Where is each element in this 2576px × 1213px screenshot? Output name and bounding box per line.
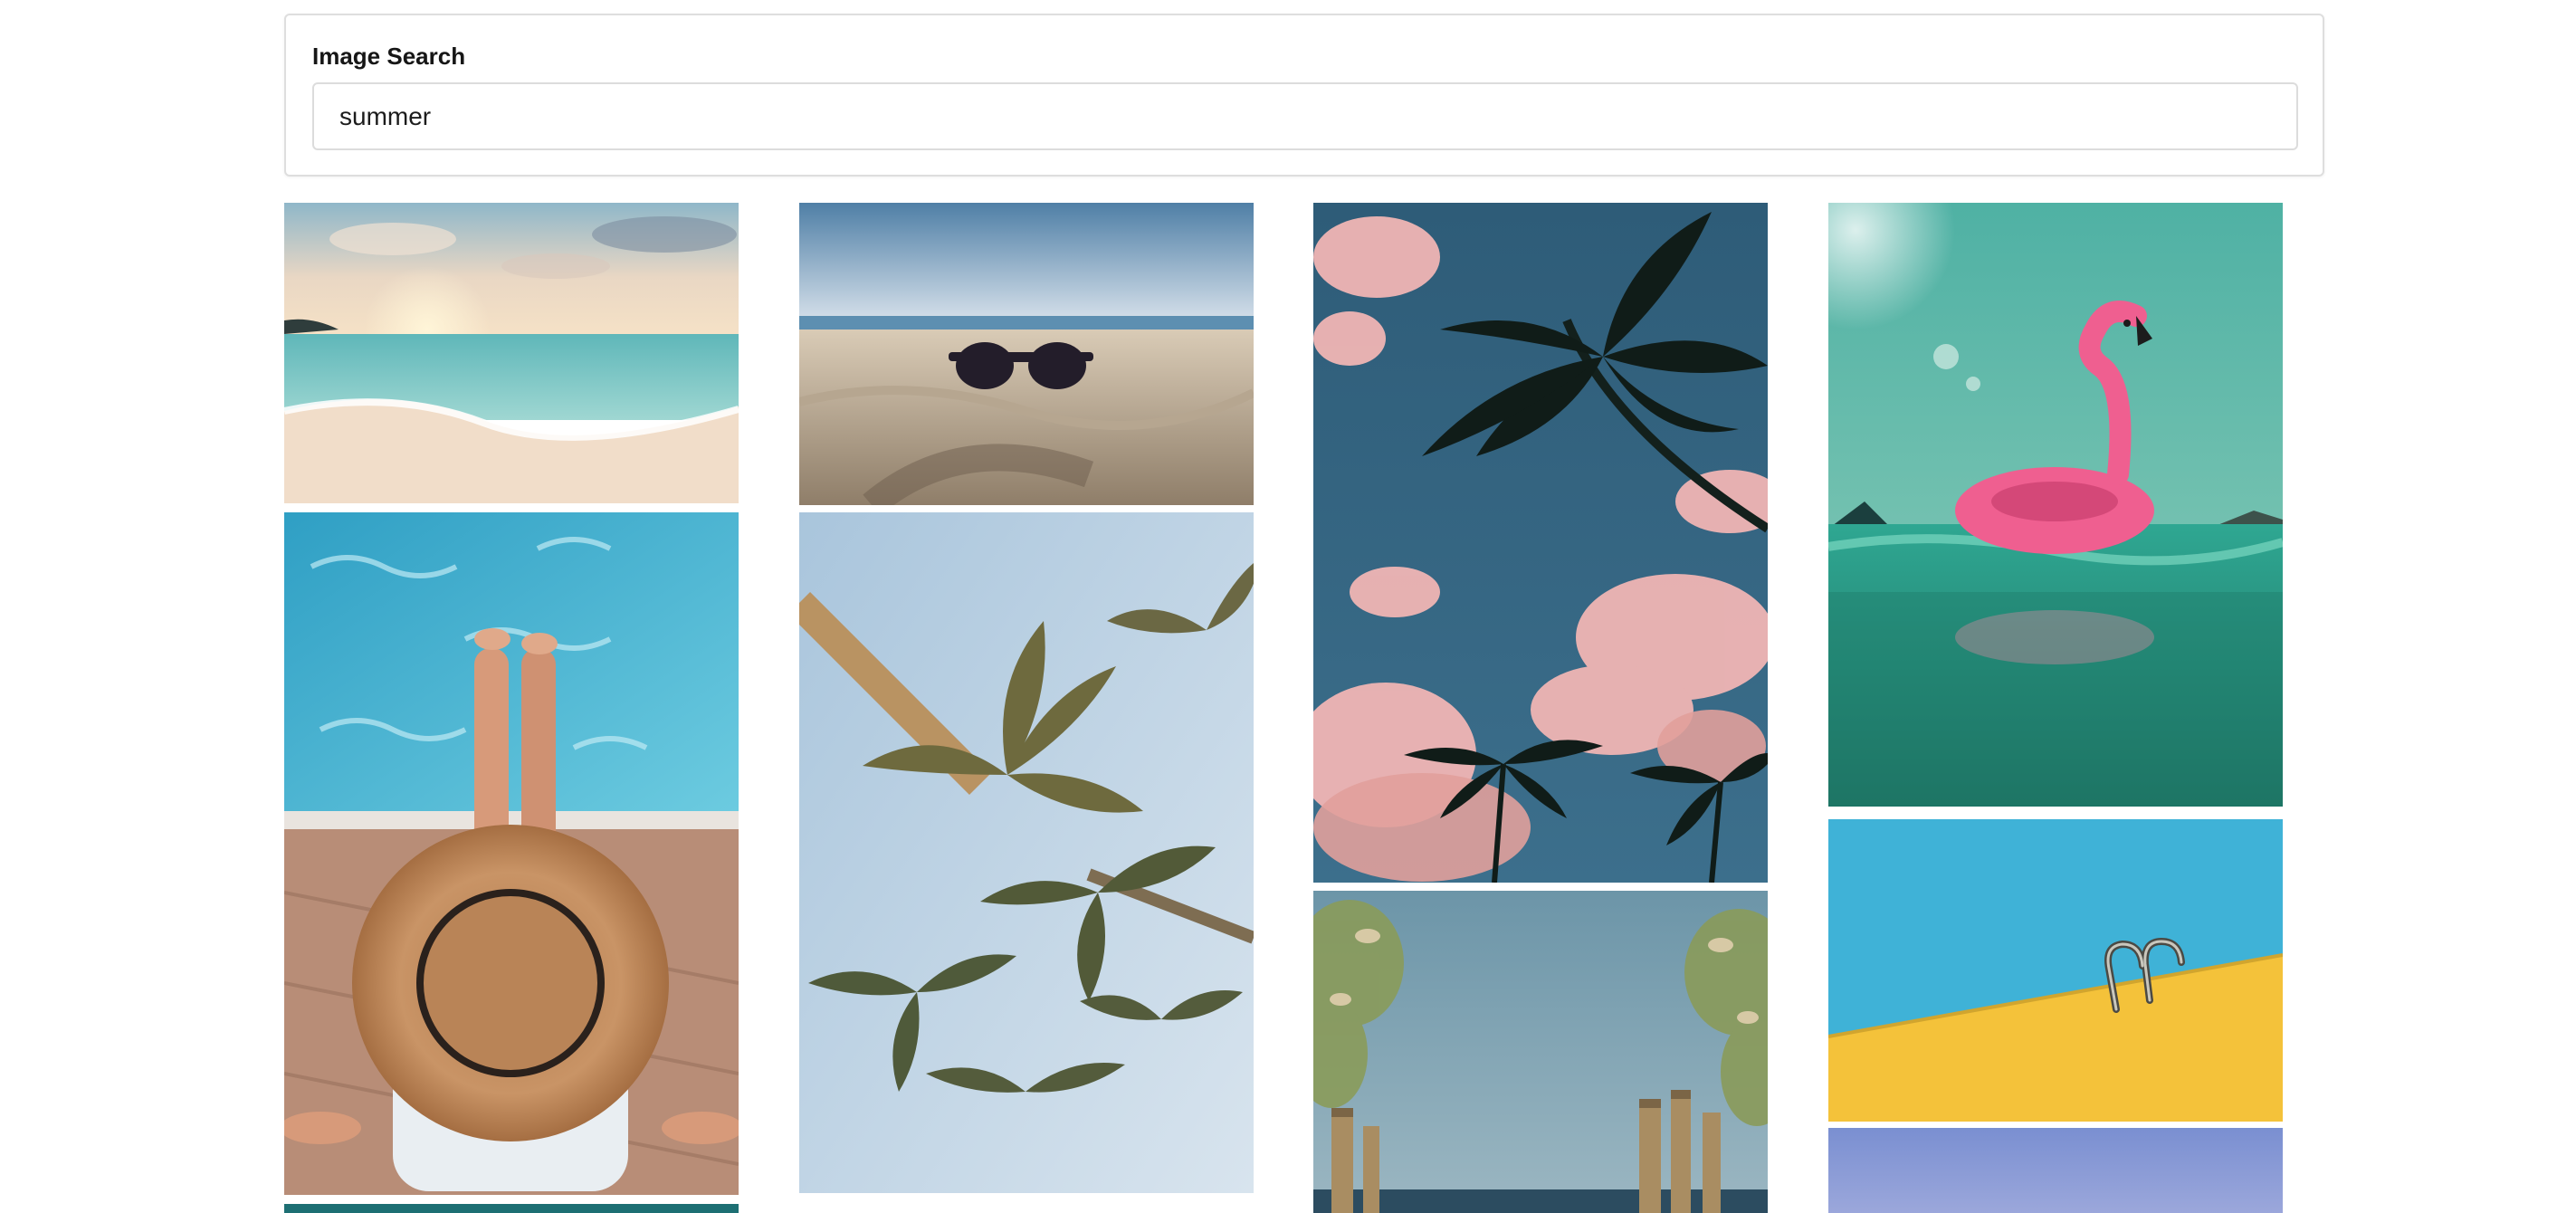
beach-sunset-photo[interactable] (284, 203, 739, 503)
search-panel: Image Search (284, 14, 2324, 177)
search-label: Image Search (312, 43, 466, 70)
search-input[interactable] (312, 82, 2298, 150)
straw-hat-pool-photo[interactable] (284, 512, 739, 1195)
blue-sky-photo[interactable] (1828, 1128, 2283, 1213)
sunglasses-on-sand-photo[interactable] (799, 203, 1254, 505)
flamingo-float-photo[interactable] (1828, 203, 2283, 807)
palm-trees-from-below-photo[interactable] (799, 512, 1254, 1193)
pool-ladder-photo[interactable] (1828, 819, 2283, 1122)
boardwalk-to-sea-photo[interactable] (1313, 891, 1768, 1213)
teal-water-photo[interactable] (284, 1204, 739, 1213)
palm-trees-pink-clouds-photo[interactable] (1313, 203, 1768, 883)
